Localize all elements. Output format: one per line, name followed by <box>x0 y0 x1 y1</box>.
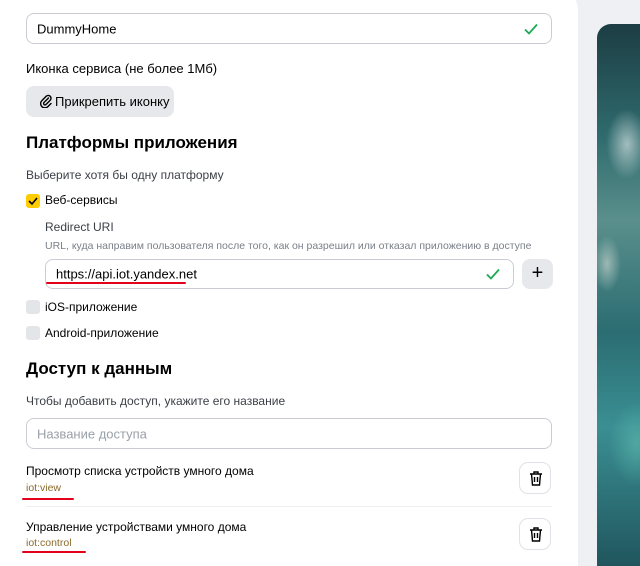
trash-icon <box>530 471 542 486</box>
app-name-value: DummyHome <box>37 21 117 36</box>
redirect-uri-label: Redirect URI <box>45 220 114 234</box>
paperclip-icon <box>40 94 52 108</box>
access-name-input[interactable]: Название доступа <box>26 418 552 449</box>
access-item-scope: iot:view <box>26 482 62 494</box>
plus-icon: + <box>531 262 544 284</box>
platforms-title: Платформы приложения <box>26 133 238 152</box>
attach-icon-button-label: Прикрепить иконку <box>55 94 170 109</box>
data-access-hint: Чтобы добавить доступ, укажите его назва… <box>26 394 286 408</box>
ios-label: iOS-приложение <box>45 300 138 314</box>
ios-checkbox[interactable] <box>26 300 40 314</box>
annotation-underline <box>22 498 74 500</box>
service-icon-label: Иконка сервиса (не более 1Мб) <box>26 61 218 76</box>
app-name-field[interactable]: DummyHome <box>26 13 552 44</box>
annotation-underline <box>22 551 86 553</box>
access-name-placeholder: Название доступа <box>37 426 147 441</box>
valid-check-icon <box>486 268 500 280</box>
background-photo <box>597 24 640 566</box>
attach-icon-button[interactable]: Прикрепить иконку <box>26 86 174 117</box>
web-services-label: Веб-сервисы <box>45 193 118 207</box>
redirect-uri-input[interactable]: https://api.iot.yandex.net <box>45 259 514 289</box>
access-item-scope: iot:control <box>26 537 72 549</box>
redirect-uri-value: https://api.iot.yandex.net <box>56 266 197 282</box>
delete-access-button[interactable] <box>519 518 551 550</box>
trash-icon <box>530 527 542 542</box>
data-access-title: Доступ к данным <box>26 359 173 378</box>
platforms-hint: Выберите хотя бы одну платформу <box>26 168 224 182</box>
delete-access-button[interactable] <box>519 462 551 494</box>
web-services-checkbox[interactable] <box>26 194 40 208</box>
checkmark-icon <box>28 197 38 206</box>
access-item-title: Управление устройствами умного дома <box>26 520 247 534</box>
valid-check-icon <box>524 23 538 35</box>
access-item-title: Просмотр списка устройств умного дома <box>26 464 254 478</box>
redirect-uri-hint: URL, куда направим пользователя после то… <box>45 240 532 252</box>
annotation-underline <box>46 282 186 284</box>
android-checkbox[interactable] <box>26 326 40 340</box>
divider <box>26 506 552 507</box>
android-label: Android-приложение <box>45 326 159 340</box>
add-redirect-uri-button[interactable]: + <box>522 259 553 289</box>
